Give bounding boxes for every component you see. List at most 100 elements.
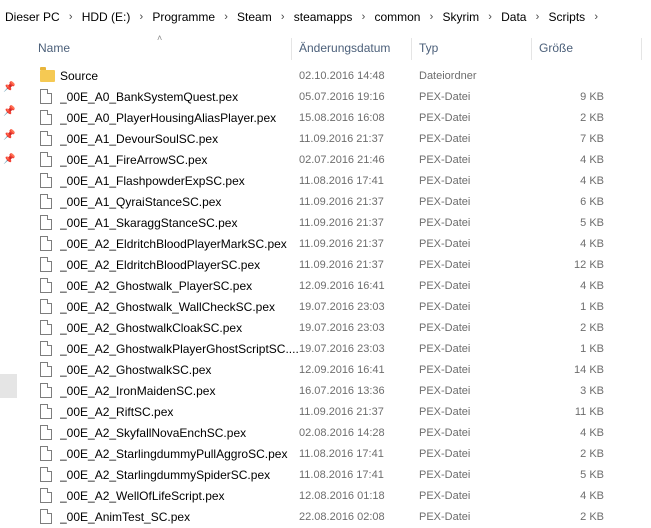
chevron-right-icon[interactable]: › bbox=[585, 11, 607, 23]
file-type: PEX-Datei bbox=[419, 91, 471, 103]
file-list-item[interactable]: _00E_AnimTest_SC.pex 22.08.2016 02:08 PEX-… bbox=[30, 507, 651, 528]
column-header-type[interactable]: Typ bbox=[411, 34, 531, 60]
file-name: _00E_A1_SkaraggStanceSC.pex bbox=[60, 216, 238, 230]
pin-icon[interactable]: 📌 bbox=[3, 154, 15, 165]
pin-icon[interactable]: 📌 bbox=[3, 130, 15, 141]
file-list-item[interactable]: _00E_A2_GhostwalkSC.pex 12.09.2016 16:41 P… bbox=[30, 360, 651, 381]
column-header-date[interactable]: Änderungsdatum bbox=[291, 34, 411, 60]
file-size: 1 KB bbox=[580, 301, 604, 313]
file-list-item[interactable]: _00E_A2_GhostwalkCloakSC.pex 19.07.2016 2… bbox=[30, 318, 651, 339]
file-icon bbox=[40, 110, 54, 126]
address-breadcrumb[interactable]: Dieser PC › HDD (E:) › Programme › Steam › steam… bbox=[0, 0, 651, 34]
chevron-right-icon[interactable]: › bbox=[130, 11, 152, 23]
file-list-item[interactable]: _00E_A2_StarlingdummyPullAggroSC.pex 11.0… bbox=[30, 444, 651, 465]
file-size: 5 KB bbox=[580, 469, 604, 481]
file-icon bbox=[40, 425, 54, 441]
chevron-right-icon[interactable]: › bbox=[272, 11, 294, 23]
column-header-name[interactable]: Name bbox=[30, 34, 290, 60]
breadcrumb-item[interactable]: steamapps bbox=[294, 10, 353, 24]
column-header-row: ˄ Name Änderungsdatum Typ Größe bbox=[30, 33, 651, 60]
breadcrumb-item[interactable]: HDD (E:) bbox=[82, 10, 131, 24]
file-date-modified: 19.07.2016 23:03 bbox=[299, 322, 385, 334]
file-name: _00E_A0_PlayerHousingAliasPlayer.pex bbox=[60, 111, 277, 125]
file-size: 2 KB bbox=[580, 322, 604, 334]
breadcrumb-item[interactable]: Programme bbox=[152, 10, 215, 24]
pin-icon[interactable]: 📌 bbox=[3, 82, 15, 93]
file-list-item[interactable]: _00E_A2_EldritchBloodPlayerMarkSC.pex 11.… bbox=[30, 234, 651, 255]
file-icon bbox=[40, 467, 54, 483]
file-name: _00E_A1_FlashpowderExpSC.pex bbox=[60, 174, 245, 188]
navigation-selected-item[interactable] bbox=[0, 374, 17, 398]
file-list-item[interactable]: _00E_A2_IronMaidenSC.pex 16.07.2016 13:36… bbox=[30, 381, 651, 402]
file-type: PEX-Datei bbox=[419, 448, 471, 460]
file-name: _00E_A2_SkyfallNovaEnchSC.pex bbox=[60, 426, 247, 440]
file-list-item[interactable]: _00E_A1_FlashpowderExpSC.pex 11.08.2016 1… bbox=[30, 171, 651, 192]
file-list-item[interactable]: _00E_A1_DevourSoulSC.pex 11.09.2016 21:37… bbox=[30, 129, 651, 150]
file-name: _00E_A2_StarlingdummyPullAggroSC.pex bbox=[60, 447, 288, 461]
file-size: 14 KB bbox=[574, 364, 604, 376]
pin-icon[interactable]: 📌 bbox=[3, 106, 15, 117]
file-list-item[interactable]: _00E_A2_EldritchBloodPlayerSC.pex 11.09.2… bbox=[30, 255, 651, 276]
file-date-modified: 11.09.2016 21:37 bbox=[299, 133, 384, 145]
file-list-item[interactable]: _00E_A1_SkaraggStanceSC.pex 11.09.2016 21… bbox=[30, 213, 651, 234]
chevron-right-icon[interactable]: › bbox=[60, 11, 82, 23]
breadcrumb-item[interactable]: Dieser PC bbox=[5, 10, 60, 24]
file-date-modified: 02.10.2016 14:48 bbox=[299, 70, 385, 82]
file-icon bbox=[40, 152, 54, 168]
file-type: PEX-Datei bbox=[419, 196, 471, 208]
file-icon bbox=[40, 299, 54, 315]
file-name: _00E_A2_GhostwalkCloakSC.pex bbox=[60, 321, 243, 335]
file-type: PEX-Datei bbox=[419, 490, 471, 502]
file-name: _00E_AnimTest_SC.pex bbox=[60, 510, 191, 524]
file-icon bbox=[40, 362, 54, 378]
file-list-item[interactable]: _00E_A2_GhostwalkPlayerGhostScriptSC....… bbox=[30, 339, 651, 360]
file-icon bbox=[40, 215, 54, 231]
file-type: PEX-Datei bbox=[419, 427, 471, 439]
chevron-right-icon[interactable]: › bbox=[479, 11, 501, 23]
file-size: 2 KB bbox=[580, 448, 604, 460]
breadcrumb-item[interactable]: common bbox=[374, 10, 420, 24]
file-icon bbox=[40, 383, 54, 399]
file-list-item[interactable]: _00E_A2_WellOfLifeScript.pex 12.08.2016 0… bbox=[30, 486, 651, 507]
file-name: _00E_A0_BankSystemQuest.pex bbox=[60, 90, 239, 104]
file-size: 1 KB bbox=[580, 343, 604, 355]
file-list-item[interactable]: _00E_A2_SkyfallNovaEnchSC.pex 02.08.2016 … bbox=[30, 423, 651, 444]
column-header-size[interactable]: Größe bbox=[531, 34, 641, 60]
breadcrumb-item[interactable]: Steam bbox=[237, 10, 272, 24]
chevron-right-icon[interactable]: › bbox=[420, 11, 442, 23]
chevron-right-icon[interactable]: › bbox=[352, 11, 374, 23]
file-size: 2 KB bbox=[580, 511, 604, 523]
file-icon bbox=[40, 131, 54, 147]
chevron-right-icon[interactable]: › bbox=[526, 11, 548, 23]
file-list-item[interactable]: _00E_A2_Ghostwalk_PlayerSC.pex 12.09.2016… bbox=[30, 276, 651, 297]
file-list-item[interactable]: Source 02.10.2016 14:48 Dateiordner bbox=[30, 66, 651, 87]
file-size: 4 KB bbox=[580, 238, 604, 250]
file-name: _00E_A2_Ghostwalk_WallCheckSC.pex bbox=[60, 300, 275, 314]
file-size: 4 KB bbox=[580, 490, 604, 502]
file-icon bbox=[40, 488, 54, 504]
file-list-item[interactable]: _00E_A2_Ghostwalk_WallCheckSC.pex 19.07.2… bbox=[30, 297, 651, 318]
file-date-modified: 12.09.2016 16:41 bbox=[299, 364, 385, 376]
file-list-item[interactable]: _00E_A2_RiftSC.pex 11.09.2016 21:37 PEX-Da… bbox=[30, 402, 651, 423]
file-size: 4 KB bbox=[580, 280, 604, 292]
file-icon bbox=[40, 404, 54, 420]
file-list-item[interactable]: _00E_A0_BankSystemQuest.pex 05.07.2016 19… bbox=[30, 87, 651, 108]
file-type: PEX-Datei bbox=[419, 175, 471, 187]
file-type: PEX-Datei bbox=[419, 322, 471, 334]
file-name: _00E_A2_StarlingdummySpiderSC.pex bbox=[60, 468, 271, 482]
breadcrumb-item[interactable]: Skyrim bbox=[442, 10, 479, 24]
file-name: _00E_A1_QyraiStanceSC.pex bbox=[60, 195, 222, 209]
navigation-pane: 📌 📌 📌 📌 bbox=[0, 34, 17, 528]
chevron-right-icon[interactable]: › bbox=[215, 11, 237, 23]
file-list-item[interactable]: _00E_A1_QyraiStanceSC.pex 11.09.2016 21:3… bbox=[30, 192, 651, 213]
file-list-item[interactable]: _00E_A0_PlayerHousingAliasPlayer.pex 15.0… bbox=[30, 108, 651, 129]
breadcrumb-item[interactable]: Data bbox=[501, 10, 526, 24]
column-divider[interactable] bbox=[641, 38, 642, 60]
file-list-item[interactable]: _00E_A1_FireArrowSC.pex 02.07.2016 21:46 P… bbox=[30, 150, 651, 171]
file-name: _00E_A2_GhostwalkSC.pex bbox=[60, 363, 212, 377]
file-name: _00E_A2_EldritchBloodPlayerSC.pex bbox=[60, 258, 261, 272]
breadcrumb-item[interactable]: Scripts bbox=[548, 10, 585, 24]
file-list-item[interactable]: _00E_A2_StarlingdummySpiderSC.pex 11.08.2… bbox=[30, 465, 651, 486]
file-date-modified: 15.08.2016 16:08 bbox=[299, 112, 385, 124]
file-date-modified: 11.09.2016 21:37 bbox=[299, 196, 384, 208]
